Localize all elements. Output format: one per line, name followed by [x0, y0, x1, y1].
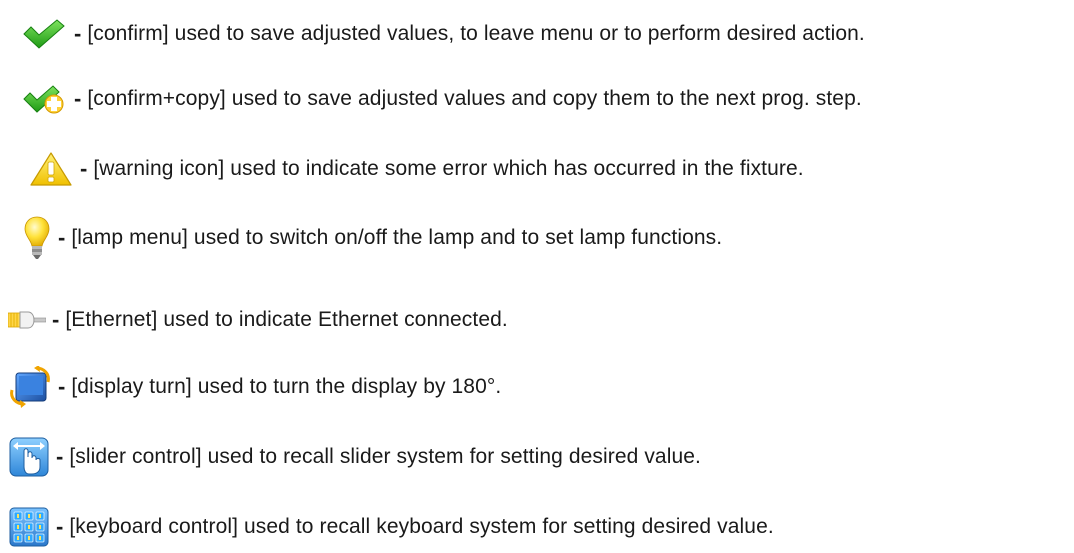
display-turn-icon: [8, 366, 52, 408]
legend-item-lamp: - [lamp menu] used to switch on/off the …: [0, 216, 1074, 260]
item-description: [display turn] used to turn the display …: [71, 375, 502, 398]
item-description: [keyboard control] used to recall keyboa…: [69, 515, 774, 538]
item-description: [warning icon] used to indicate some err…: [93, 157, 804, 180]
legend-item-confirm-copy: - [confirm+copy] used to save adjusted v…: [0, 77, 1074, 121]
checkmark-plus-icon: [20, 83, 68, 115]
item-dash: -: [58, 225, 66, 250]
item-description: [lamp menu] used to switch on/off the la…: [71, 226, 723, 249]
item-dash: -: [80, 156, 88, 181]
slider-hand-icon: [8, 437, 50, 477]
legend-item-slider-control: - [slider control] used to recall slider…: [0, 435, 1074, 479]
item-description: [confirm] used to save adjusted values, …: [87, 22, 865, 45]
ethernet-plug-icon: [8, 310, 46, 330]
item-dash: -: [74, 21, 82, 46]
item-dash: -: [56, 514, 64, 539]
warning-icon: [28, 151, 74, 187]
item-dash: -: [74, 86, 82, 111]
item-dash: -: [56, 444, 64, 469]
item-description: [confirm+copy] used to save adjusted val…: [87, 87, 862, 110]
item-description: [slider control] used to recall slider s…: [69, 445, 701, 468]
checkmark-icon: [20, 18, 68, 50]
legend-item-confirm: - [confirm] used to save adjusted values…: [0, 12, 1074, 56]
lamp-bulb-icon: [22, 216, 52, 260]
item-dash: -: [58, 374, 66, 399]
legend-item-ethernet: - [Ethernet] used to indicate Ethernet c…: [0, 298, 1074, 342]
legend-item-keyboard-control: - [keyboard control] used to recall keyb…: [0, 505, 1074, 549]
item-dash: -: [52, 307, 60, 332]
keypad-icon: [8, 507, 50, 547]
legend-item-warning: - [warning icon] used to indicate some e…: [0, 147, 1074, 191]
legend-item-display-turn: - [display turn] used to turn the displa…: [0, 365, 1074, 409]
item-description: [Ethernet] used to indicate Ethernet con…: [65, 308, 508, 331]
